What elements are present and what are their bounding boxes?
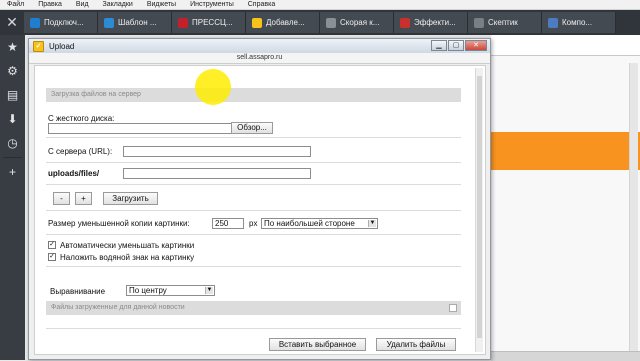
close-icon[interactable]: ✕ (465, 40, 487, 51)
menu-bar: Файл Правка Вид Закладки Виджеты Инструм… (0, 0, 640, 10)
address-field[interactable] (491, 35, 640, 56)
sidebar-divider (3, 157, 22, 158)
tab-label: Добавле... (266, 18, 305, 27)
history-clock-icon[interactable]: ◷ (0, 131, 25, 155)
watermark-checkbox[interactable]: ✓ (48, 253, 56, 261)
auto-shrink-checkbox[interactable]: ✓ (48, 241, 56, 249)
site-icon (548, 17, 558, 28)
chevron-down-icon: ▼ (368, 220, 376, 227)
browse-button[interactable]: Обзор... (231, 122, 273, 134)
tab-2[interactable]: Шаблон ... (98, 12, 172, 33)
divider (46, 137, 461, 138)
tab-label: Скорая к... (340, 18, 380, 27)
folder-input[interactable] (123, 168, 311, 179)
dialog-titlebar[interactable]: ✓ Upload ▁ ▢ ✕ (29, 39, 490, 53)
site-icon (178, 17, 188, 28)
tab-5[interactable]: Скорая к... (320, 12, 394, 33)
add-panel-icon[interactable]: + (0, 160, 25, 184)
divider (46, 266, 461, 267)
tab-label: Подключ... (44, 18, 84, 27)
downloads-icon[interactable]: ⬇ (0, 107, 25, 131)
orange-banner (491, 132, 640, 170)
upload-button[interactable]: Загрузить (103, 192, 158, 205)
scrollbar-thumb[interactable] (477, 76, 482, 338)
site-icon (400, 17, 410, 28)
file-path-input[interactable] (48, 123, 236, 134)
messages-icon[interactable]: ▤ (0, 83, 25, 107)
from-disk-label: С жесткого диска: (48, 114, 115, 123)
minimize-icon[interactable]: ▁ (431, 40, 447, 51)
tab-bar: ✕ Подключ... Шаблон ... ПРЕССЦ... Добавл… (0, 10, 640, 35)
divider (46, 328, 461, 329)
settings-gear-icon[interactable]: ⚙ (0, 59, 25, 83)
tab-4[interactable]: Добавле... (246, 12, 320, 33)
cursor-highlight (195, 69, 231, 105)
thumb-size-input[interactable]: 250 (212, 218, 244, 229)
px-label: px (249, 219, 258, 228)
url-input[interactable] (123, 146, 311, 157)
tab-3[interactable]: ПРЕССЦ... (172, 12, 246, 33)
auto-shrink-label: Автоматически уменьшать картинки (60, 241, 195, 250)
divider (46, 184, 461, 185)
site-icon (326, 17, 336, 28)
upload-path-label: uploads/files/ (48, 169, 100, 178)
upload-form: Загрузка файлов на сервер С жесткого дис… (34, 65, 486, 355)
tab-7[interactable]: Скептик (468, 12, 542, 33)
watermark-label: Наложить водяной знак на картинку (60, 253, 195, 262)
site-icon (252, 17, 262, 28)
align-select-value: По центру (129, 286, 167, 295)
dialog-url: sell.assapro.ru (29, 53, 490, 64)
insert-selected-button[interactable]: Вставить выбранное (269, 338, 366, 351)
upload-dialog: ✓ Upload ▁ ▢ ✕ sell.assapro.ru Загрузка … (28, 38, 491, 360)
maximize-icon[interactable]: ▢ (448, 40, 464, 51)
side-select-value: По наибольшей стороне (264, 219, 355, 228)
tab-6[interactable]: Эффекти... (394, 12, 468, 33)
menu-help[interactable]: Справка (241, 0, 282, 9)
tab-1[interactable]: Подключ... (24, 12, 98, 33)
tab-label: Компо... (562, 18, 593, 27)
align-select[interactable]: По центру ▼ (126, 285, 215, 296)
site-icon (104, 17, 114, 28)
tab-label: ПРЕССЦ... (192, 18, 233, 27)
tab-label: Скептик (488, 18, 518, 27)
site-icon (474, 17, 484, 28)
remove-field-button[interactable]: - (53, 192, 70, 205)
select-all-checkbox[interactable] (449, 304, 457, 312)
checkmark-icon: ✓ (33, 40, 44, 52)
news-files-header: Файлы загруженные для данной новости (46, 301, 461, 315)
thumb-size-label: Размер уменьшенной копии картинки: (48, 219, 190, 228)
tools-menu-icon[interactable]: ✕ (0, 10, 24, 35)
site-icon (30, 17, 40, 28)
menu-file[interactable]: Файл (0, 0, 31, 9)
delete-files-button[interactable]: Удалить файлы (376, 338, 456, 351)
add-field-button[interactable]: + (75, 192, 92, 205)
tab-label: Шаблон ... (118, 18, 157, 27)
menu-bookmarks[interactable]: Закладки (96, 0, 140, 9)
sidebar-panel: ★ ⚙ ▤ ⬇ ◷ + (0, 35, 25, 360)
page-scrollbar[interactable] (629, 63, 638, 353)
divider (46, 210, 461, 211)
menu-edit[interactable]: Правка (31, 0, 69, 9)
menu-tools[interactable]: Инструменты (183, 0, 241, 9)
menu-widgets[interactable]: Виджеты (140, 0, 183, 9)
tab-8[interactable]: Компо... (542, 12, 616, 33)
bookmarks-star-icon[interactable]: ★ (0, 35, 25, 59)
divider (46, 162, 461, 163)
menu-view[interactable]: Вид (69, 0, 96, 9)
chevron-down-icon: ▼ (205, 287, 213, 294)
upload-section-header: Загрузка файлов на сервер (46, 88, 461, 102)
dialog-title: Upload (49, 41, 75, 51)
background-page (491, 35, 640, 361)
from-url-label: С сервера (URL): (48, 147, 113, 156)
side-select[interactable]: По наибольшей стороне ▼ (261, 218, 378, 229)
align-label: Выравнивание (50, 287, 106, 296)
form-scrollbar[interactable] (475, 68, 483, 352)
window-controls: ▁ ▢ ✕ (431, 40, 487, 51)
tab-label: Эффекти... (414, 18, 456, 27)
divider (46, 234, 461, 235)
